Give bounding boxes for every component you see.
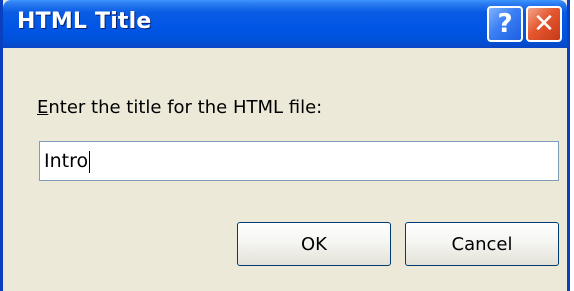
question-mark-icon: ? xyxy=(497,9,513,39)
dialog-window: HTML Title ? ✕ Enter the title for the H… xyxy=(0,0,570,291)
close-button[interactable]: ✕ xyxy=(526,6,562,42)
title-input-value: Intro xyxy=(44,150,89,172)
prompt-label-mnemonic: E xyxy=(37,97,49,118)
title-bar[interactable]: HTML Title ? ✕ xyxy=(3,0,567,48)
text-caret xyxy=(89,150,91,173)
window-title: HTML Title xyxy=(17,9,152,34)
title-input[interactable]: Intro xyxy=(39,141,559,181)
ok-button-label: OK xyxy=(301,233,327,255)
close-icon: ✕ xyxy=(533,9,555,39)
prompt-label: Enter the title for the HTML file: xyxy=(37,97,322,118)
help-button[interactable]: ? xyxy=(487,6,523,42)
ok-button[interactable]: OK xyxy=(237,222,391,266)
prompt-label-text: nter the title for the HTML file: xyxy=(48,97,323,118)
cancel-button[interactable]: Cancel xyxy=(405,222,559,266)
cancel-button-label: Cancel xyxy=(451,233,513,255)
